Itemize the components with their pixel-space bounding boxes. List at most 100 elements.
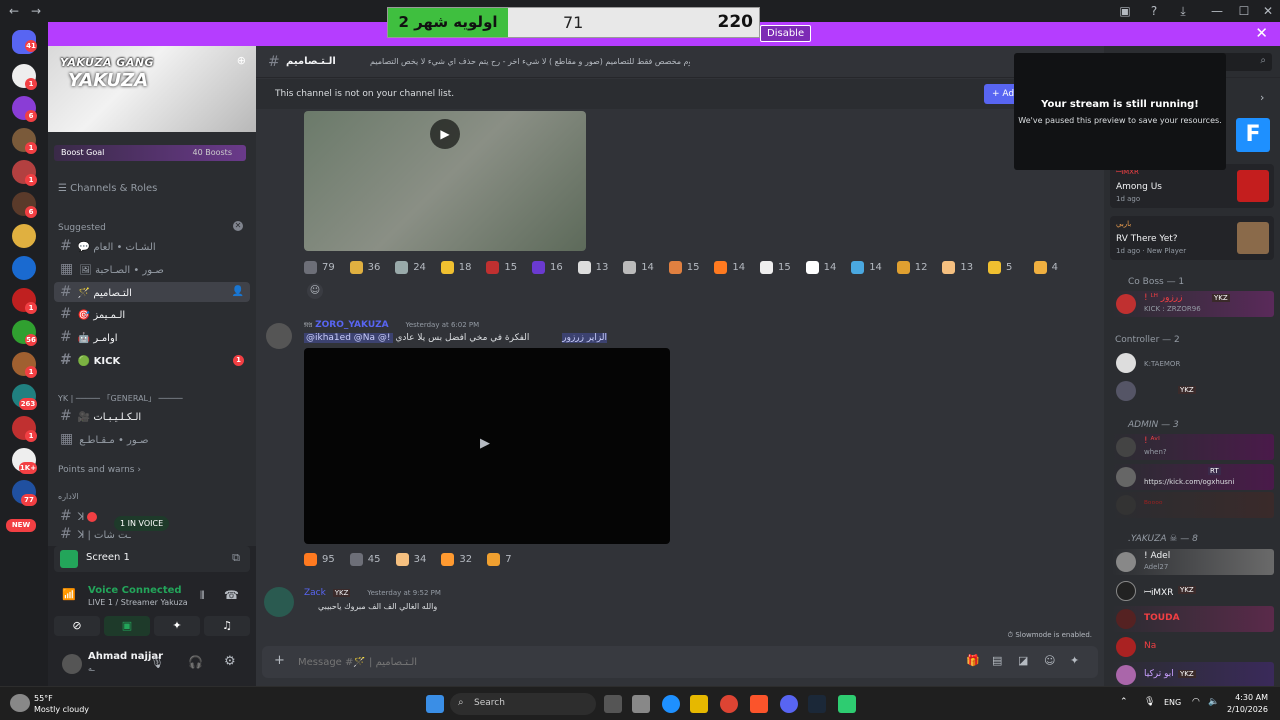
- steam-icon[interactable]: [808, 695, 826, 713]
- brave-icon[interactable]: [750, 695, 768, 713]
- disconnect-icon[interactable]: ☎: [224, 588, 239, 602]
- points-warns[interactable]: Points and warns ›: [58, 465, 141, 475]
- reaction-pill[interactable]: 12: [896, 258, 928, 278]
- category-general[interactable]: YK | ───── 「GENERAL」 ─────: [58, 393, 183, 404]
- reaction-pill[interactable]: 32: [441, 550, 472, 570]
- weather-icon[interactable]: [10, 694, 30, 712]
- file-explorer-icon[interactable]: [690, 695, 708, 713]
- voice-connected-label[interactable]: Voice Connected: [88, 585, 182, 596]
- activities-button[interactable]: ✦: [154, 616, 200, 636]
- forward-arrow-icon[interactable]: →: [28, 3, 44, 19]
- channel-topic[interactable]: هذا الروم مخصص فقط للتصاميم (صور و مقاطع…: [370, 46, 690, 78]
- dismiss-icon[interactable]: ✕: [233, 221, 243, 231]
- play-icon[interactable]: ▶: [480, 436, 490, 451]
- mentions[interactable]: @ikha1ed @Na @!: [304, 333, 393, 343]
- disable-button[interactable]: Disable: [760, 25, 812, 42]
- task-view-icon[interactable]: [604, 695, 622, 713]
- soundboard-button[interactable]: ♫: [204, 616, 250, 636]
- wifi-icon[interactable]: ◠: [1192, 697, 1200, 707]
- help-icon[interactable]: ?: [1146, 3, 1162, 19]
- server-icon[interactable]: [12, 256, 36, 280]
- member-item[interactable]: ! Adel Adel27: [1112, 549, 1274, 575]
- reaction-pill[interactable]: 24: [395, 258, 426, 278]
- discord-icon[interactable]: [780, 695, 798, 713]
- taskbar-search[interactable]: ⌕ Search: [450, 693, 596, 715]
- reaction-pill[interactable]: 34: [395, 550, 426, 570]
- reaction-pill[interactable]: 13: [577, 258, 608, 278]
- channel-item[interactable]: ▦ 🖼 صـور • الصـاحبة: [54, 259, 250, 279]
- reaction-pill[interactable]: 16: [532, 258, 563, 278]
- store-icon[interactable]: [632, 695, 650, 713]
- headphones-icon[interactable]: 🎧: [188, 655, 203, 669]
- channel-item-kick[interactable]: # 🟢 KICK 1: [54, 350, 250, 370]
- voice-channel-label[interactable]: LIVE 1 / Streamer Yakuza: [88, 598, 188, 607]
- volume-icon[interactable]: 🔈: [1208, 697, 1219, 707]
- microphone-icon[interactable]: 🎙: [150, 656, 164, 669]
- screen-share-icon[interactable]: ▣: [1117, 3, 1133, 19]
- reaction-pill[interactable]: 7: [487, 550, 512, 570]
- reaction-pill[interactable]: 4: [1033, 258, 1058, 278]
- reaction-pill[interactable]: 36: [349, 258, 380, 278]
- channel-item[interactable]: # 🎯 الـمـيمز: [54, 304, 250, 324]
- reaction-pill[interactable]: 15: [760, 258, 791, 278]
- close-window-icon[interactable]: ✕: [1260, 3, 1276, 19]
- activity-card[interactable]: ꟷᎥMXR Among Us 1d ago: [1110, 164, 1274, 208]
- language-indicator[interactable]: ENG: [1164, 698, 1181, 707]
- video-attachment[interactable]: ▶: [304, 348, 670, 544]
- sticker-icon[interactable]: ◪: [1018, 654, 1028, 667]
- screen-share-button[interactable]: ▣: [104, 616, 150, 636]
- add-reaction-icon[interactable]: ☺: [307, 283, 323, 299]
- member-item[interactable]: ! ᴸᴴ زرزور YKZ KICK : ZRZOR96: [1112, 291, 1274, 317]
- invite-icon[interactable]: ⊕: [237, 54, 246, 67]
- channel-item[interactable]: ▦ صـور • مـقـاطـع: [54, 429, 250, 449]
- camera-off-button[interactable]: ⊘: [54, 616, 100, 636]
- author-name[interactable]: Zack: [304, 588, 326, 598]
- boost-goal-bar[interactable]: Boost Goal 40 Boosts: [54, 145, 246, 161]
- download-icon[interactable]: ⤓: [1175, 3, 1191, 19]
- channels-roles[interactable]: ☰ Channels & Roles: [58, 183, 157, 194]
- message-input[interactable]: [298, 652, 898, 672]
- weather-desc[interactable]: Mostly cloudy: [34, 705, 89, 714]
- activity-card[interactable]: باربي RV There Yet? 1d ago · New Player: [1110, 216, 1274, 260]
- reaction-pill[interactable]: 14: [623, 258, 654, 278]
- image-attachment[interactable]: ▶: [304, 111, 586, 251]
- maximize-icon[interactable]: ☐: [1236, 3, 1252, 19]
- avatar[interactable]: [266, 323, 292, 349]
- add-attachment-icon[interactable]: +: [274, 653, 285, 668]
- reaction-pill[interactable]: 95: [304, 550, 335, 570]
- weather-temp[interactable]: 55°F: [34, 694, 53, 703]
- reaction-pill[interactable]: 5: [988, 258, 1012, 278]
- apps-icon[interactable]: ✦: [1070, 654, 1079, 667]
- member-item[interactable]: ᴮᵒᵒᵒᵒ: [1112, 492, 1274, 518]
- play-icon[interactable]: ▶: [430, 119, 460, 149]
- member-item[interactable]: ꟷᎥMXR YKZ: [1112, 578, 1274, 604]
- channel-item[interactable]: # 🤖 اوامـر: [54, 327, 250, 347]
- avatar[interactable]: [62, 654, 82, 674]
- emoji-icon[interactable]: ☺: [1044, 654, 1055, 667]
- app-icon[interactable]: [838, 695, 856, 713]
- close-icon[interactable]: ✕: [1255, 24, 1268, 42]
- chrome-icon[interactable]: [720, 695, 738, 713]
- member-item[interactable]: RT https://kick.com/ogxhusni: [1112, 464, 1274, 490]
- clock-time[interactable]: 4:30 AM: [1226, 693, 1268, 702]
- member-item[interactable]: YKZ: [1112, 378, 1274, 404]
- chevron-right-icon[interactable]: ›: [1260, 91, 1264, 104]
- reaction-pill[interactable]: 13: [942, 258, 973, 278]
- microphone-icon[interactable]: 🎙: [1144, 697, 1155, 707]
- windows-start-icon[interactable]: [426, 695, 444, 713]
- member-item[interactable]: Na: [1112, 634, 1274, 660]
- category-admin[interactable]: الاداره: [58, 492, 79, 501]
- reaction-pill[interactable]: 15: [486, 258, 517, 278]
- channel-item[interactable]: # ꓘ | ـت شات: [54, 527, 250, 541]
- reaction-pill[interactable]: 18: [440, 258, 472, 278]
- back-arrow-icon[interactable]: ←: [6, 3, 22, 19]
- avatar[interactable]: [264, 587, 294, 617]
- gift-icon[interactable]: 🎁: [966, 654, 980, 667]
- screen-share-card[interactable]: Screen 1 ⧉: [54, 546, 250, 572]
- popout-icon[interactable]: ⧉: [232, 551, 240, 565]
- reaction-pill[interactable]: 14: [805, 258, 836, 278]
- author-name[interactable]: ZORO_YAKUZA: [315, 320, 389, 330]
- chevron-up-icon[interactable]: ⌃: [1120, 697, 1128, 707]
- reaction-pill[interactable]: 15: [668, 258, 700, 278]
- minimize-icon[interactable]: —: [1209, 3, 1225, 19]
